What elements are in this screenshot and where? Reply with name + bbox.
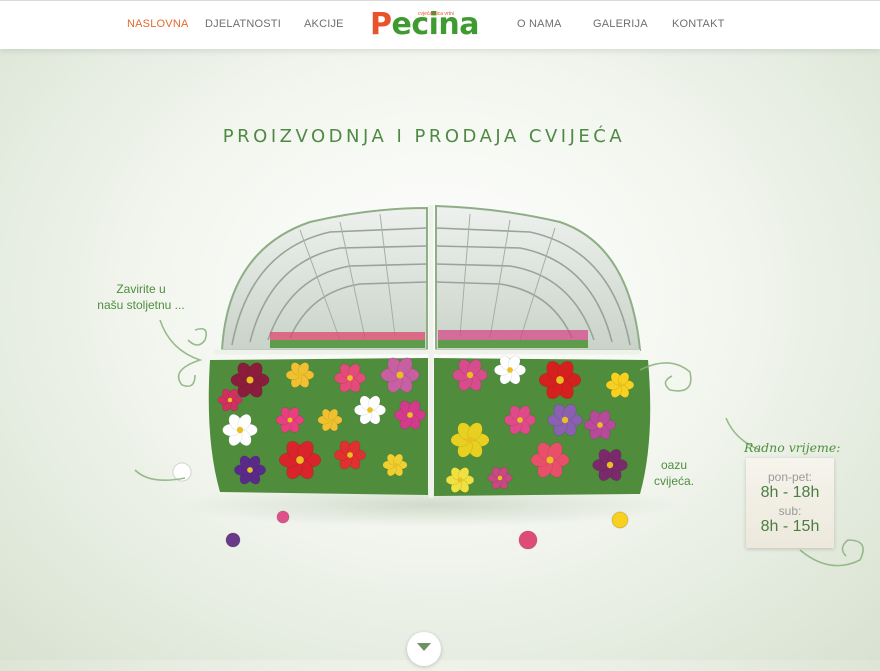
scroll-down-button[interactable] <box>407 632 441 666</box>
decorative-swirls <box>134 319 864 567</box>
opening-hours-label: Radno vrijeme: <box>744 440 841 455</box>
saturday-hours: 8h - 15h <box>760 518 820 535</box>
weekday-label: pon-pet: <box>767 470 813 484</box>
chevron-down-icon <box>417 643 431 651</box>
left-tagline: Zavirite u našu stoljetnu ... <box>97 282 185 312</box>
weekday-hours: 8h - 18h <box>760 484 820 501</box>
right-tagline: oazu cvijeća. <box>653 458 694 488</box>
opening-hours-card: pon-pet: 8h - 18h sub: 8h - 15h <box>746 458 834 548</box>
saturday-label: sub: <box>778 504 802 518</box>
